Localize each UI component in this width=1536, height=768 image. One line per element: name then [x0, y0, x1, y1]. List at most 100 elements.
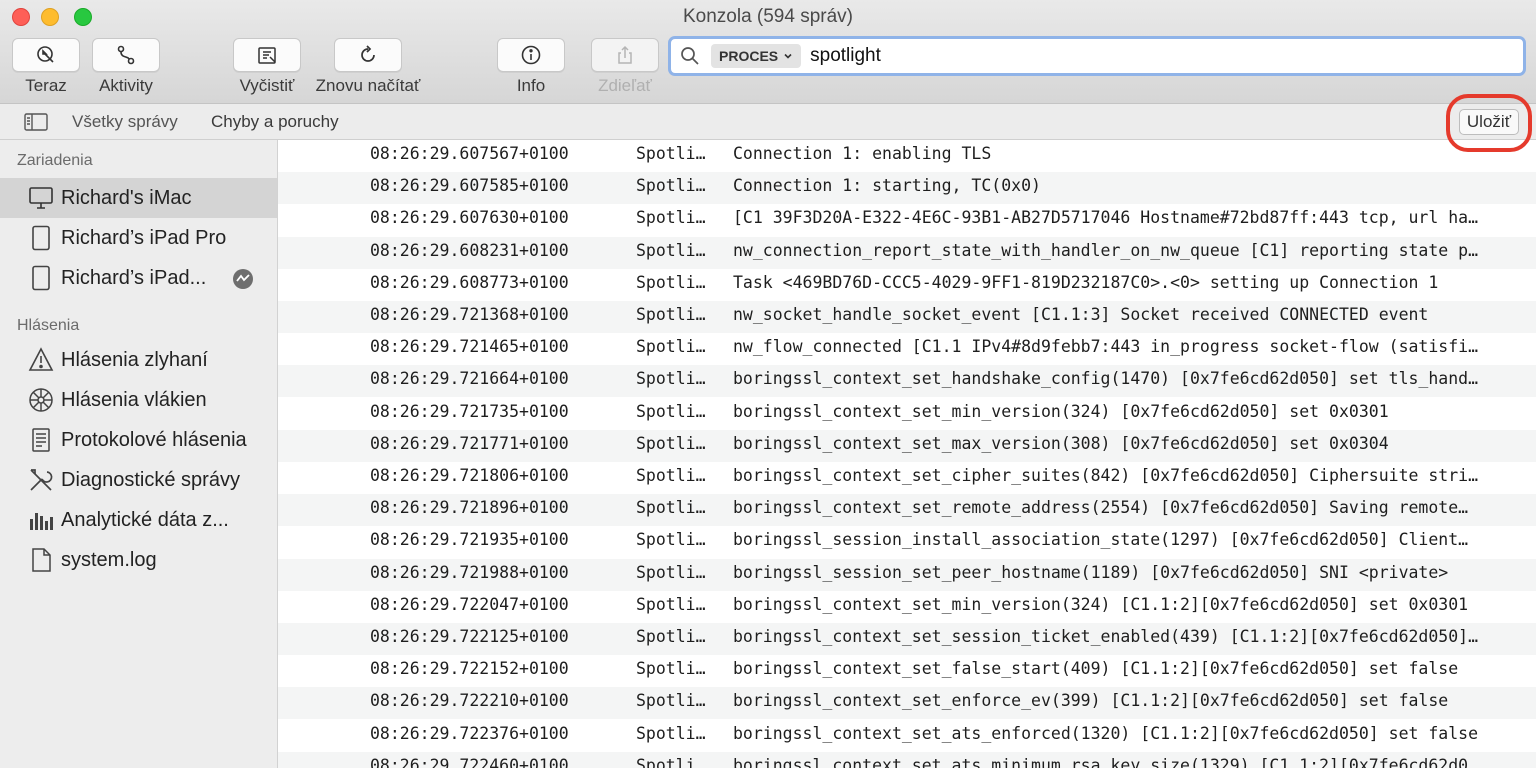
log-message-cell: boringssl_context_set_remote_address(255… [733, 498, 1469, 518]
table-row[interactable]: 08:26:29.721368+0100 Spotli… nw_socket_han… [278, 301, 1536, 333]
save-button[interactable]: Uložiť [1459, 109, 1519, 135]
spindump-icon [27, 386, 55, 414]
table-row[interactable]: 08:26:29.721988+0100 Spotli… boringssl_ses… [278, 558, 1536, 591]
tools-icon [27, 466, 55, 494]
table-row[interactable]: 08:26:29.608231+0100 Spotli… nw_connection… [278, 236, 1536, 269]
table-row[interactable]: 08:26:29.722125+0100 Spotli… boringssl_con… [278, 623, 1536, 655]
search-token-label: PROCES [719, 48, 779, 64]
now-button[interactable] [12, 38, 80, 72]
sidebar-item-label: Analytické dáta z... [61, 508, 229, 531]
log-time-cell: 08:26:29.721896+0100 [370, 498, 569, 518]
log-process-cell: Spotli… [636, 337, 706, 357]
log-process-cell: Spotli… [636, 627, 706, 646]
ipad-icon [27, 224, 55, 252]
log-process-cell: Spotli… [636, 433, 706, 453]
log-message-cell: boringssl_context_set_enforce_ev(399) [C… [733, 691, 1449, 711]
table-row[interactable]: 08:26:29.608773+0100 Spotli… Task <469BD76… [278, 269, 1536, 301]
log-time-cell: 08:26:29.722460+0100 [370, 755, 569, 768]
search-token-process[interactable]: PROCES [711, 44, 802, 68]
log-process-cell: Spotli… [636, 562, 706, 582]
search-input[interactable]: spotlight [810, 45, 881, 67]
info-button[interactable] [497, 38, 565, 72]
now-label: Teraz [25, 76, 67, 95]
table-row[interactable]: 08:26:29.721935+0100 Spotli… boringssl_ses… [278, 526, 1536, 558]
sidebar-item-label: Diagnostické správy [61, 468, 240, 491]
log-process-cell: Spotli… [636, 755, 706, 768]
log-time-cell: 08:26:29.722210+0100 [370, 691, 569, 711]
table-row[interactable]: 08:26:29.721465+0100 Spotli… nw_flow_conne… [278, 333, 1536, 365]
devices-section-title: Zariadenia [17, 152, 93, 169]
log-time-cell: 08:26:29.607585+0100 [370, 176, 569, 196]
sidebar-item-analytics[interactable]: Analytické dáta z... [0, 500, 277, 540]
sidebar-item-spin-reports[interactable]: Hlásenia vlákien [0, 380, 277, 420]
ipad-icon [27, 264, 55, 292]
sidebar-item-ipad-pro[interactable]: Richard’s iPad Pro [0, 218, 277, 258]
table-row[interactable]: 08:26:29.607567+0100 Spotli… Connection 1:… [278, 140, 1536, 172]
window-title: Konzola (594 správ) [682, 6, 854, 27]
log-process-cell: Spotli… [636, 691, 706, 711]
log-process-cell: Spotli… [636, 305, 706, 324]
log-table: 08:26:29.607567+0100 Spotli… Connection 1:… [278, 140, 1536, 768]
table-row[interactable]: 08:26:29.722152+0100 Spotli… boringssl_con… [278, 655, 1536, 687]
log-time-cell: 08:26:29.721806+0100 [370, 466, 569, 485]
activity-badge-icon [233, 269, 253, 289]
sidebar-item-diagnostic-reports[interactable]: Diagnostické správy [0, 460, 277, 500]
table-row[interactable]: 08:26:29.722210+0100 Spotli… boringssl_con… [278, 687, 1536, 720]
imac-icon [27, 184, 55, 212]
log-message-cell: boringssl_session_set_peer_hostname(1189… [733, 562, 1449, 582]
search-icon [681, 47, 699, 65]
table-row[interactable]: 08:26:29.722376+0100 Spotli… boringssl_con… [278, 720, 1536, 752]
log-message-cell: boringssl_context_set_max_version(308) [… [733, 433, 1389, 453]
log-process-cell: Spotli… [636, 240, 706, 260]
clear-button[interactable] [233, 38, 301, 72]
info-label: Info [516, 76, 546, 95]
log-message-cell: boringssl_context_set_session_ticket_ena… [733, 627, 1479, 646]
log-process-cell: Spotli… [636, 723, 706, 743]
log-process-cell: Spotli… [636, 272, 706, 292]
clear-label: Vyčistiť [239, 76, 295, 95]
table-row[interactable]: 08:26:29.721896+0100 Spotli… boringssl_con… [278, 494, 1536, 527]
sidebar-item-system-log[interactable]: system.log [0, 540, 277, 580]
log-message-cell: boringssl_session_install_association_st… [733, 530, 1469, 550]
log-message-cell: boringssl_context_set_false_start(409) [… [733, 659, 1459, 679]
share-label: Zdieľať [598, 76, 652, 95]
table-row[interactable]: 08:26:29.607630+0100 Spotli… [C1 39F3D20A-… [278, 204, 1536, 236]
activities-button[interactable] [92, 38, 160, 72]
log-message-cell: boringssl_context_set_handshake_config(1… [733, 369, 1479, 389]
warning-icon [27, 346, 55, 374]
sidebar-item-label: Protokolové hlásenia [61, 428, 247, 451]
sidebar-item-log-reports[interactable]: Protokolové hlásenia [0, 420, 277, 460]
log-time-cell: 08:26:29.608231+0100 [370, 240, 569, 260]
log-process-cell: Spotli… [636, 498, 706, 518]
filter-errors-faults[interactable]: Chyby a poruchy [211, 112, 339, 132]
table-row[interactable]: 08:26:29.721735+0100 Spotli… boringssl_con… [278, 398, 1536, 430]
search-field[interactable]: PROCES spotlight [668, 36, 1526, 76]
log-time-cell: 08:26:29.721664+0100 [370, 369, 569, 389]
table-row[interactable]: 08:26:29.722460+0100 Spotli… boringssl_con… [278, 751, 1536, 768]
reload-button[interactable] [334, 38, 402, 72]
now-icon [37, 46, 54, 63]
table-row[interactable]: 08:26:29.607585+0100 Spotli… Connection 1:… [278, 172, 1536, 205]
info-icon [521, 45, 541, 65]
sidebar-item-imac[interactable]: Richard's iMac [0, 178, 277, 218]
log-time-cell: 08:26:29.607630+0100 [370, 208, 569, 228]
log-message-cell: [C1 39F3D20A-E322-4E6C-93B1-AB27D5717046… [733, 208, 1479, 228]
table-row[interactable]: 08:26:29.722047+0100 Spotli… boringssl_con… [278, 591, 1536, 623]
filter-all-messages[interactable]: Všetky správy [72, 112, 178, 132]
log-message-cell: nw_connection_report_state_with_handler_… [733, 240, 1479, 260]
reports-section-title: Hlásenia [17, 317, 80, 334]
table-row[interactable]: 08:26:29.721771+0100 Spotli… boringssl_con… [278, 429, 1536, 462]
sidebar-item-label: Richard’s iPad Pro [61, 226, 227, 249]
share-button[interactable] [591, 38, 659, 72]
log-time-cell: 08:26:29.721735+0100 [370, 401, 569, 421]
log-message-cell: boringssl_context_set_ats_enforced(1320)… [733, 723, 1479, 743]
log-message-cell: boringssl_context_set_ats_minimum_rsa_ke… [733, 755, 1479, 768]
log-message-cell: boringssl_context_set_cipher_suites(842)… [733, 466, 1479, 485]
table-row[interactable]: 08:26:29.721806+0100 Spotli… boringssl_con… [278, 462, 1536, 494]
table-row[interactable]: 08:26:29.721664+0100 Spotli… boringssl_con… [278, 365, 1536, 398]
sidebar-toggle-icon[interactable] [24, 113, 48, 131]
log-time-cell: 08:26:29.722376+0100 [370, 723, 569, 743]
sidebar-item-ipad[interactable]: Richard’s iPad... [0, 258, 277, 298]
sidebar-item-crash-reports[interactable]: Hlásenia zlyhaní [0, 340, 277, 380]
toolbar: Konzola (594 správ) Teraz Aktivity Vyčis… [0, 0, 1536, 104]
